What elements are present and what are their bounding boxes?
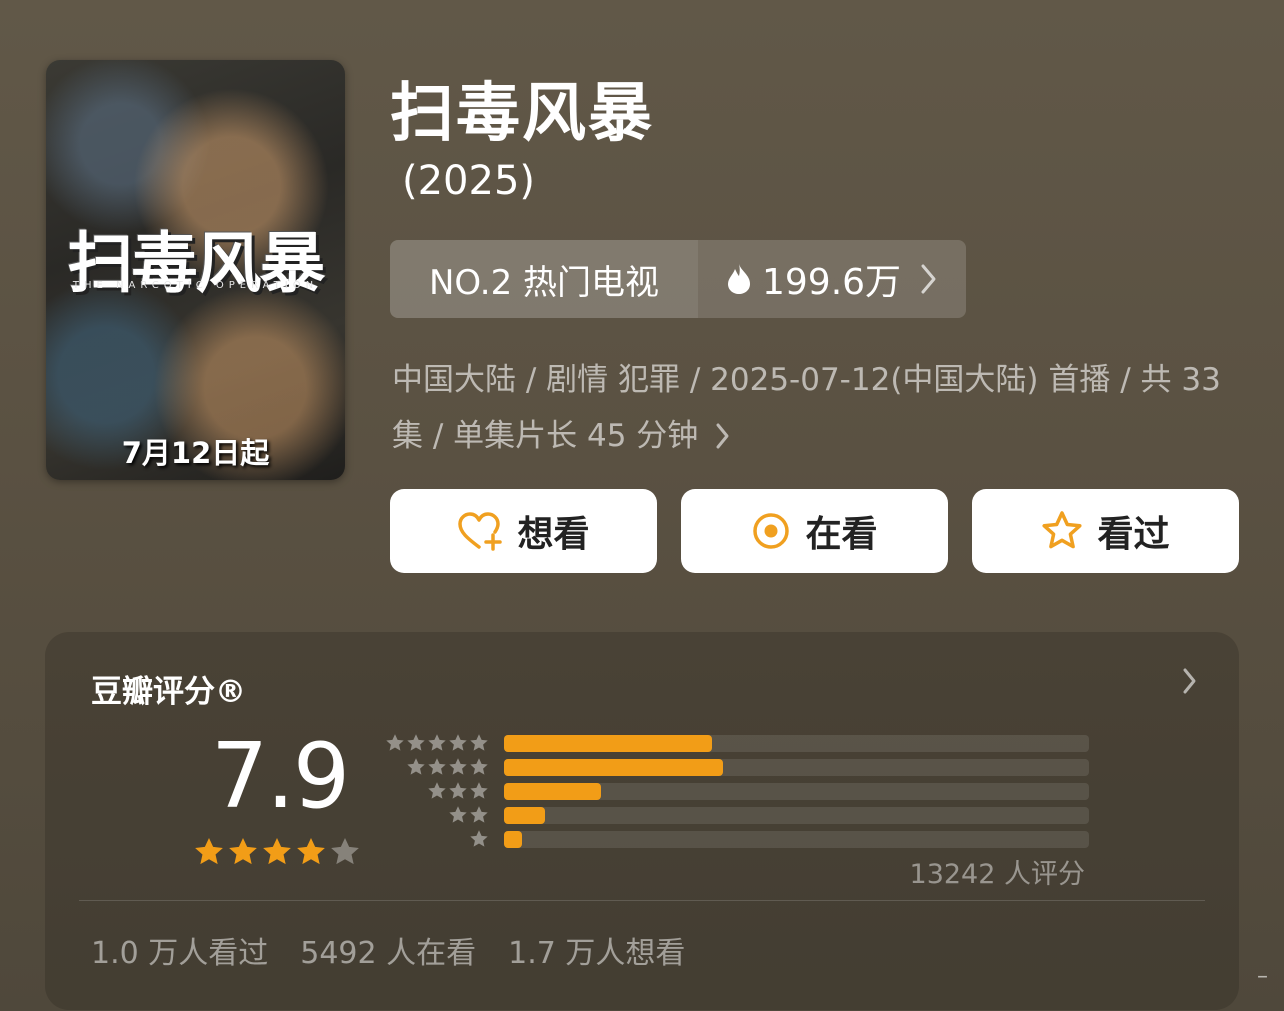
star-empty-icon bbox=[331, 838, 359, 865]
distribution-row-5-stars bbox=[385, 734, 489, 753]
distribution-bar-track bbox=[504, 831, 1089, 848]
poster-image[interactable]: 扫毒风暴 THE NARCOTIC OPERATION 7月12日起 bbox=[46, 60, 345, 480]
watching-count: 5492 人在看 bbox=[300, 936, 477, 971]
rating-title: 豆瓣评分® bbox=[91, 674, 246, 710]
distribution-bar-track bbox=[504, 807, 1089, 824]
watched-count: 1.0 万人看过 bbox=[91, 936, 269, 971]
distribution-bar-track bbox=[504, 783, 1089, 800]
distribution-bar-track bbox=[504, 759, 1089, 776]
show-title: 扫毒风暴 bbox=[390, 77, 654, 151]
small-star-icon bbox=[407, 734, 425, 751]
small-star-icon bbox=[407, 758, 425, 775]
rating-stars bbox=[193, 836, 361, 868]
chevron-right-icon bbox=[716, 423, 729, 449]
meta-text: 中国大陆 / 剧情 犯罪 / 2025-07-12(中国大陆) 首播 / 共 3… bbox=[392, 362, 1221, 454]
distribution-row-3-stars bbox=[385, 782, 489, 801]
distribution-row-2-stars bbox=[385, 806, 489, 825]
rank-label: NO.2 热门电视 bbox=[390, 240, 698, 318]
divider bbox=[79, 900, 1205, 901]
small-star-icon bbox=[428, 734, 446, 751]
small-star-icon bbox=[449, 734, 467, 751]
watching-button-label: 在看 bbox=[805, 514, 878, 555]
wish-count: 1.7 万人想看 bbox=[508, 936, 686, 971]
rating-count: 13242 人评分 bbox=[909, 859, 1085, 890]
wish-button[interactable]: 想看 bbox=[390, 489, 657, 573]
flame-icon bbox=[728, 264, 750, 294]
heat-section[interactable]: 199.6万 bbox=[698, 240, 966, 318]
distribution-bar-fill bbox=[504, 735, 712, 752]
distribution-bar-track bbox=[504, 735, 1089, 752]
poster-title-art: 扫毒风暴 bbox=[67, 225, 326, 302]
star-filled-icon bbox=[297, 838, 325, 865]
star-filled-icon bbox=[229, 838, 257, 865]
poster-english-title: THE NARCOTIC OPERATION bbox=[72, 280, 319, 291]
show-year: (2025) bbox=[402, 158, 536, 204]
distribution-row-4-stars bbox=[385, 758, 489, 777]
distribution-bar-fill bbox=[504, 759, 724, 776]
small-star-icon bbox=[470, 830, 488, 847]
distribution-bar-fill bbox=[504, 831, 522, 848]
rating-panel[interactable]: 豆瓣评分® 7.9 13242 人评分 1.0 万人看过 5492 人在看 1.… bbox=[45, 632, 1239, 1010]
star-filled-icon bbox=[263, 838, 291, 865]
target-circle-icon bbox=[753, 513, 790, 549]
small-star-icon bbox=[428, 782, 446, 799]
audience-stats: 1.0 万人看过 5492 人在看 1.7 万人想看 bbox=[91, 928, 685, 972]
ranking-pill[interactable]: NO.2 热门电视 199.6万 bbox=[390, 240, 966, 318]
star-filled-icon bbox=[195, 838, 223, 865]
distribution-bar-fill bbox=[504, 783, 601, 800]
small-star-icon bbox=[470, 806, 488, 823]
star-outline-icon bbox=[1042, 511, 1083, 549]
small-star-icon bbox=[449, 758, 467, 775]
poster-release-banner: 7月12日起 bbox=[121, 436, 270, 470]
chevron-right-icon bbox=[921, 264, 936, 294]
meta-info-link[interactable]: 中国大陆 / 剧情 犯罪 / 2025-07-12(中国大陆) 首播 / 共 3… bbox=[392, 352, 1232, 464]
small-star-icon bbox=[386, 734, 404, 751]
heart-plus-icon bbox=[458, 512, 503, 551]
distribution-row-1-stars bbox=[385, 830, 489, 849]
wish-button-label: 想看 bbox=[517, 514, 590, 555]
small-star-icon bbox=[449, 782, 467, 799]
small-star-icon bbox=[470, 734, 488, 751]
small-star-icon bbox=[470, 758, 488, 775]
watching-button[interactable]: 在看 bbox=[681, 489, 948, 573]
distribution-bar-fill bbox=[504, 807, 545, 824]
heat-value: 199.6万 bbox=[762, 262, 902, 303]
rating-score: 7.9 bbox=[211, 724, 350, 829]
watched-button-label: 看过 bbox=[1097, 514, 1170, 555]
chevron-right-icon bbox=[1183, 668, 1196, 694]
watched-button[interactable]: 看过 bbox=[972, 489, 1239, 573]
small-star-icon bbox=[428, 758, 446, 775]
minimize-dash: – bbox=[1257, 964, 1268, 989]
small-star-icon bbox=[449, 806, 467, 823]
small-star-icon bbox=[470, 782, 488, 799]
